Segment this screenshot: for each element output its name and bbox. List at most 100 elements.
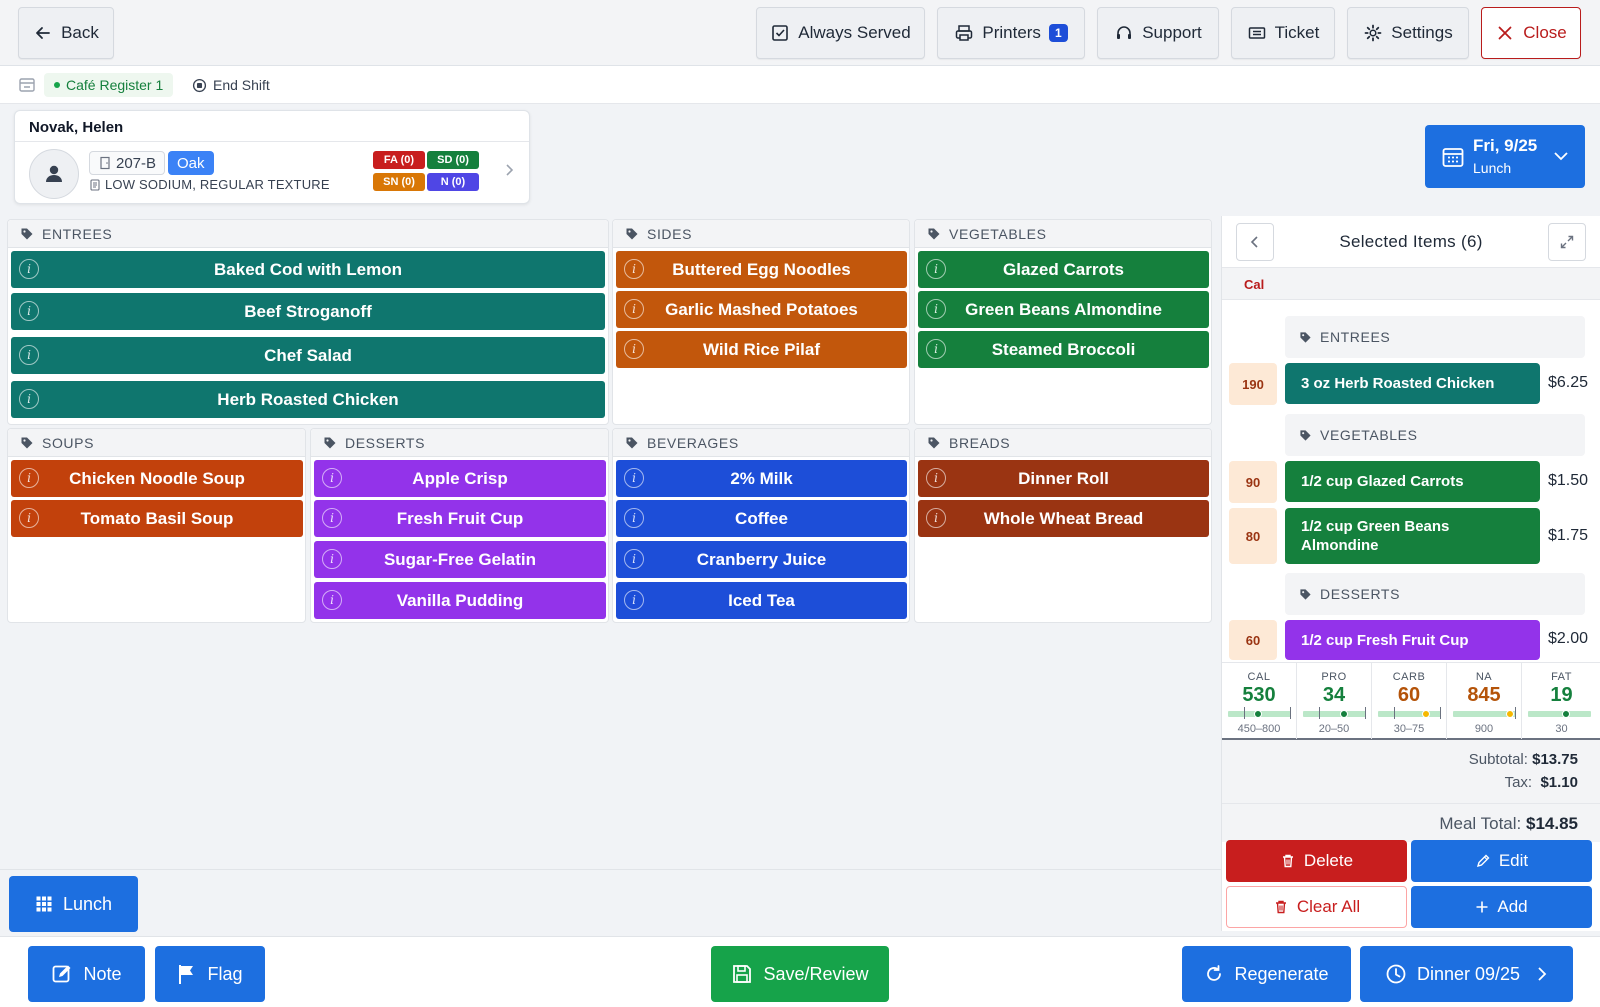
trash-icon	[1282, 854, 1293, 868]
add-button[interactable]: Add	[1411, 886, 1592, 928]
grid-icon	[36, 896, 52, 912]
info-icon[interactable]: i	[624, 259, 644, 279]
menu-item[interactable]: i Cranberry Juice	[616, 541, 907, 578]
info-icon[interactable]: i	[19, 389, 39, 409]
info-icon[interactable]: i	[624, 508, 644, 528]
meal-total: Meal Total: $14.85	[1222, 804, 1600, 842]
headset-icon	[1117, 26, 1132, 39]
beverages-section: BEVERAGES i 2% Milk i Coffee i Cranberry Ju…	[612, 428, 910, 623]
menu-item[interactable]: i Baked Cod with Lemon	[11, 251, 605, 288]
selected-item[interactable]: 1/2 cup Glazed Carrots	[1285, 461, 1540, 502]
info-icon[interactable]: i	[322, 508, 342, 528]
menu-item[interactable]: i Green Beans Almondine	[918, 291, 1209, 328]
info-icon[interactable]: i	[926, 468, 946, 488]
desserts-header: DESSERTS	[311, 429, 608, 457]
menu-item[interactable]: i Chef Salad	[11, 337, 605, 374]
info-icon[interactable]: i	[19, 468, 39, 488]
info-icon[interactable]: i	[624, 590, 644, 610]
printers-button[interactable]: Printers 1	[937, 7, 1085, 59]
info-icon[interactable]: i	[322, 468, 342, 488]
menu-item[interactable]: i Glazed Carrots	[918, 251, 1209, 288]
info-icon[interactable]: i	[19, 508, 39, 528]
info-icon[interactable]: i	[926, 508, 946, 528]
item-calories: 80	[1229, 508, 1277, 564]
stop-circle-icon	[192, 78, 207, 92]
selected-item[interactable]: 1/2 cup Fresh Fruit Cup	[1285, 620, 1540, 660]
info-icon[interactable]: i	[624, 299, 644, 319]
range-max-tick	[1365, 707, 1366, 719]
info-icon[interactable]: i	[926, 339, 946, 359]
delete-button[interactable]: Delete	[1226, 840, 1407, 882]
meal-period-button[interactable]: Lunch	[9, 876, 138, 932]
info-icon[interactable]: i	[322, 549, 342, 569]
edit-button[interactable]: Edit	[1411, 840, 1592, 882]
menu-item[interactable]: i Wild Rice Pilaf	[616, 331, 907, 368]
range-max-tick	[1440, 707, 1441, 719]
menu-item[interactable]: i Dinner Roll	[918, 460, 1209, 497]
menu-item[interactable]: i Sugar-Free Gelatin	[314, 541, 606, 578]
menu-item[interactable]: i 2% Milk	[616, 460, 907, 497]
end-shift-button[interactable]: End Shift	[192, 73, 270, 97]
ticket-button[interactable]: Ticket	[1231, 7, 1335, 59]
back-button[interactable]: Back	[18, 7, 114, 59]
info-icon[interactable]: i	[322, 590, 342, 610]
item-price: $1.50	[1548, 472, 1589, 489]
range-min-tick	[1244, 707, 1245, 719]
menu-item[interactable]: i Chicken Noodle Soup	[11, 460, 303, 497]
diet-order: LOW SODIUM, REGULAR TEXTURE	[89, 177, 330, 192]
menu-item[interactable]: i Apple Crisp	[314, 460, 606, 497]
register-icon	[19, 78, 35, 92]
info-icon[interactable]: i	[624, 549, 644, 569]
printers-count-badge: 1	[1048, 24, 1068, 42]
expand-panel-button[interactable]	[1548, 223, 1586, 261]
info-icon[interactable]: i	[926, 259, 946, 279]
flag-button[interactable]: Flag	[155, 946, 265, 1002]
note-button[interactable]: Note	[28, 946, 145, 1002]
chevron-down-icon	[1554, 152, 1568, 161]
menu-item[interactable]: i Herb Roasted Chicken	[11, 381, 605, 418]
next-meal-button[interactable]: Dinner 09/25	[1360, 946, 1573, 1002]
regenerate-button[interactable]: Regenerate	[1182, 946, 1351, 1002]
pencil-icon	[1476, 854, 1490, 868]
menu-item[interactable]: i Buttered Egg Noodles	[616, 251, 907, 288]
nutrient-carb: CARB 60 30–75	[1372, 663, 1447, 739]
settings-button[interactable]: Settings	[1347, 7, 1469, 59]
menu-item[interactable]: i Whole Wheat Bread	[918, 500, 1209, 537]
vegetables-section: VEGETABLES i Glazed Carrots i Green Beans …	[914, 219, 1212, 425]
clock-icon	[1386, 964, 1406, 984]
calendar-icon	[1442, 148, 1464, 167]
nutrient-range-bar	[1378, 711, 1441, 717]
menu-item[interactable]: i Steamed Broccoli	[918, 331, 1209, 368]
menu-item[interactable]: i Tomato Basil Soup	[11, 500, 303, 537]
menu-item[interactable]: i Beef Stroganoff	[11, 293, 605, 330]
date-meal-selector[interactable]: Fri, 9/25 Lunch	[1425, 125, 1585, 188]
clear-all-button[interactable]: Clear All	[1226, 886, 1407, 928]
support-button[interactable]: Support	[1097, 7, 1219, 59]
info-icon[interactable]: i	[926, 299, 946, 319]
info-icon[interactable]: i	[19, 301, 39, 321]
info-icon[interactable]: i	[19, 345, 39, 365]
tag-icon	[1300, 331, 1311, 343]
menu-item[interactable]: i Vanilla Pudding	[314, 582, 606, 619]
nutrient-marker	[1254, 710, 1262, 718]
menu-item[interactable]: i Garlic Mashed Potatoes	[616, 291, 907, 328]
menu-item[interactable]: i Iced Tea	[616, 582, 907, 619]
selected-item[interactable]: 3 oz Herb Roasted Chicken	[1285, 363, 1540, 404]
close-icon	[1498, 26, 1512, 40]
selected-item[interactable]: 1/2 cup Green Beans Almondine	[1285, 508, 1540, 564]
range-max-tick	[1515, 707, 1516, 719]
menu-item[interactable]: i Coffee	[616, 500, 907, 537]
info-icon[interactable]: i	[19, 259, 39, 279]
close-button[interactable]: Close	[1481, 7, 1581, 59]
item-price: $6.25	[1548, 374, 1589, 391]
always-served-button[interactable]: Always Served	[756, 7, 925, 59]
tag-icon	[626, 437, 638, 448]
patient-card[interactable]: Novak, Helen 207-B Oak LOW SODIUM, REGUL…	[14, 110, 530, 204]
info-icon[interactable]: i	[624, 468, 644, 488]
info-icon[interactable]: i	[624, 339, 644, 359]
save-review-button[interactable]: Save/Review	[711, 946, 889, 1002]
menu-item[interactable]: i Fresh Fruit Cup	[314, 500, 606, 537]
selected-items-panel: Selected Items (6) Cal ENTREES 190 3 oz …	[1221, 216, 1600, 931]
range-min-tick	[1319, 707, 1320, 719]
subtotal: Subtotal: $13.75	[1468, 751, 1578, 768]
